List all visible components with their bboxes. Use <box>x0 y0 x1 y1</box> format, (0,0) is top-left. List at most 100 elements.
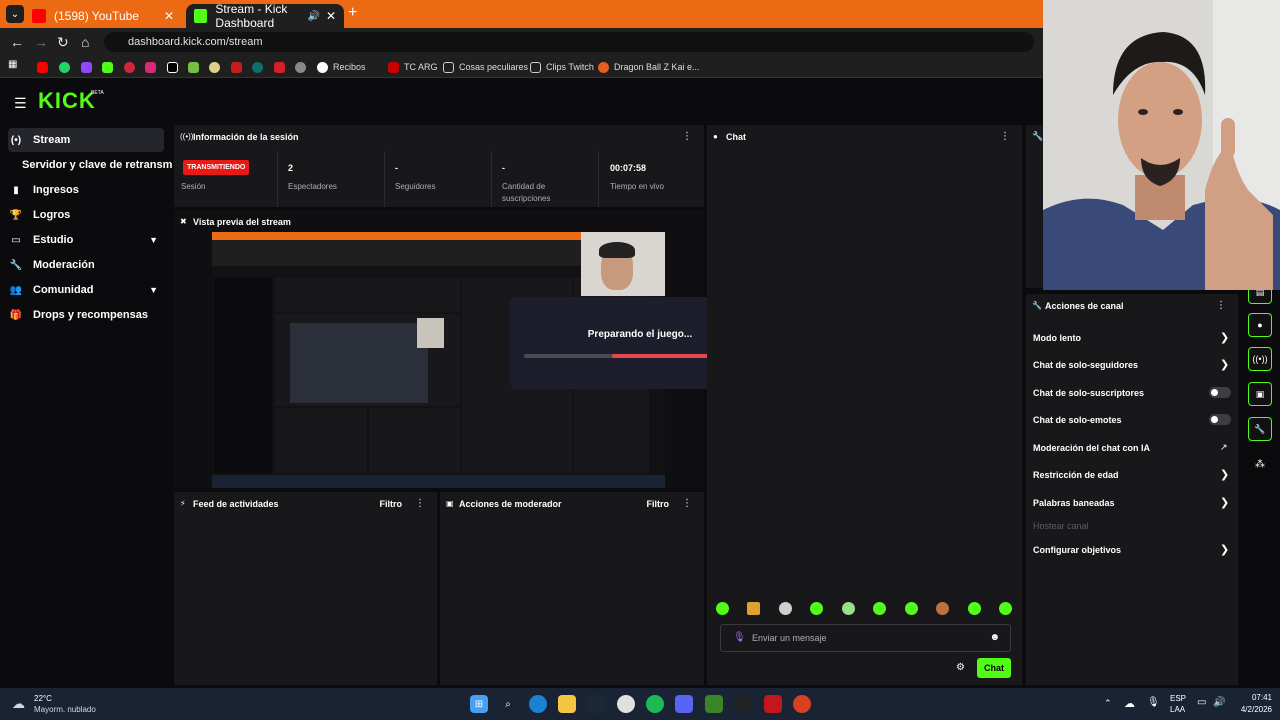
bookmark-icon-globe[interactable] <box>295 60 311 74</box>
weather-desc[interactable]: Mayorm. nublado <box>34 705 96 714</box>
bookmark-icon-green[interactable] <box>188 60 204 74</box>
home-icon[interactable]: ⌂ <box>81 34 89 50</box>
windows-start-icon[interactable]: ⊞ <box>470 695 488 713</box>
bookmark-icon-youtube[interactable] <box>37 60 53 74</box>
weather-temp[interactable]: 22°C <box>34 694 52 703</box>
bookmark-icon-kick[interactable] <box>102 60 118 74</box>
search-icon[interactable]: ⌕ <box>499 695 517 713</box>
action-followers-only[interactable]: Chat de solo-seguidores <box>1033 360 1138 370</box>
sidebar-item-logros[interactable]: 🏆 Logros <box>8 203 164 227</box>
emote-icon[interactable] <box>716 602 729 615</box>
bookmark-icon-twitch[interactable] <box>81 60 97 74</box>
bookmark-icon-teal[interactable] <box>252 60 268 74</box>
chevron-right-icon[interactable]: ❯ <box>1220 543 1229 556</box>
filter-button[interactable]: Filtro <box>647 499 670 509</box>
discord-icon[interactable] <box>675 695 693 713</box>
bookmark-tc-arg[interactable]: TC ARG <box>388 60 438 74</box>
forward-icon[interactable]: → <box>34 34 48 50</box>
bookmark-icon-x[interactable] <box>167 60 183 74</box>
volume-icon[interactable]: 🔊 <box>1213 697 1225 708</box>
chevron-right-icon[interactable]: ❯ <box>1220 468 1229 481</box>
bookmark-dragon-ball[interactable]: Dragon Ball Z Kai e... <box>598 60 700 74</box>
tab-search-button[interactable]: ⌄ <box>6 5 24 23</box>
emote-icon[interactable] <box>998 602 1012 615</box>
bookmark-cosas-peculiares[interactable]: Cosas peculiares <box>443 60 528 74</box>
emoji-icon[interactable]: ☻ <box>989 632 1000 643</box>
sidebar-item-comunidad[interactable]: 👥 Comunidad ▼ <box>8 278 164 302</box>
microphone-icon[interactable]: 🎙 <box>733 632 746 643</box>
clock-date[interactable]: 4/2/2026 <box>1226 705 1272 714</box>
bookmark-icon-red[interactable] <box>124 60 140 74</box>
hamburger-menu-icon[interactable]: ☰ <box>14 95 27 112</box>
steam-icon[interactable] <box>587 695 605 713</box>
onedrive-icon[interactable]: ☁ <box>1124 697 1135 710</box>
bookmark-icon-car[interactable] <box>231 60 247 74</box>
microphone-tray-icon[interactable]: 🎙 <box>1147 697 1160 708</box>
sidebar-item-server-key[interactable]: Servidor y clave de retransmisi <box>22 153 172 177</box>
emote-icon[interactable] <box>810 602 824 615</box>
speaker-icon[interactable]: 🔊 <box>308 11 320 22</box>
more-options-icon[interactable]: ⋮ <box>415 498 425 509</box>
more-options-icon[interactable]: ⋮ <box>1216 300 1226 311</box>
tab-youtube[interactable]: (1598) YouTube ✕ <box>24 4 182 28</box>
bookmark-icon-flag[interactable] <box>274 60 290 74</box>
chat-settings-gear-icon[interactable]: ⚙ <box>956 662 965 673</box>
action-age-restriction[interactable]: Restricción de edad <box>1033 470 1119 480</box>
emote-icon[interactable] <box>904 602 918 615</box>
file-explorer-icon[interactable] <box>558 695 576 713</box>
sidebar-item-drops[interactable]: 🎁 Drops y recompensas <box>8 303 164 327</box>
rail-tv-icon[interactable]: ▣ <box>1248 382 1272 406</box>
action-banned-words[interactable]: Palabras baneadas <box>1033 498 1115 508</box>
close-tab-icon[interactable]: ✕ <box>326 9 336 23</box>
subscribers-only-toggle[interactable] <box>1209 387 1231 398</box>
minecraft-icon[interactable] <box>705 695 723 713</box>
emote-icon[interactable] <box>967 602 981 615</box>
chevron-right-icon[interactable]: ❯ <box>1220 496 1229 509</box>
bookmark-icon-whatsapp[interactable] <box>59 60 75 74</box>
more-options-icon[interactable]: ⋮ <box>682 131 692 142</box>
more-options-icon[interactable]: ⋮ <box>1000 131 1010 142</box>
filter-button[interactable]: Filtro <box>380 499 403 509</box>
obs-icon[interactable] <box>734 695 752 713</box>
reload-icon[interactable]: ↻ <box>57 34 69 51</box>
chevron-right-icon[interactable]: ❯ <box>1220 358 1229 371</box>
emote-icon[interactable] <box>778 602 792 615</box>
kick-logo[interactable]: KICK <box>38 88 96 114</box>
bookmark-clips-twitch[interactable]: Clips Twitch <box>530 60 594 74</box>
sidebar-item-moderacion[interactable]: 🔧 Moderación <box>8 253 164 277</box>
bookmark-icon-instagram[interactable] <box>145 60 161 74</box>
clock-time[interactable]: 07:41 <box>1236 693 1272 702</box>
spotify-icon[interactable] <box>646 695 664 713</box>
emote-icon[interactable] <box>873 602 887 615</box>
url-field[interactable]: dashboard.kick.com/stream <box>104 32 1034 52</box>
rail-users-icon[interactable]: ⁂ <box>1255 459 1265 470</box>
edge-icon[interactable] <box>529 695 547 713</box>
input-language[interactable]: ESP <box>1170 694 1186 703</box>
rail-broadcast-icon[interactable]: ((•)) <box>1248 347 1272 371</box>
bookmark-recibos[interactable]: Recibos <box>317 60 366 74</box>
sidebar-item-estudio[interactable]: ▭ Estudio ▼ <box>8 228 164 252</box>
voicemeeter-icon[interactable] <box>764 695 782 713</box>
chevron-right-icon[interactable]: ❯ <box>1220 331 1229 344</box>
sidebar-item-stream[interactable]: (•) Stream <box>8 128 164 152</box>
weather-cloud-icon[interactable]: ☁ <box>12 696 25 712</box>
bookmark-icon-yellow[interactable] <box>209 60 225 74</box>
back-icon[interactable]: ← <box>10 34 24 50</box>
emote-icon[interactable] <box>841 602 855 615</box>
input-language-variant[interactable]: LAA <box>1170 705 1185 714</box>
app-icon[interactable] <box>793 695 811 713</box>
emote-icon[interactable] <box>747 602 761 615</box>
emotes-only-toggle[interactable] <box>1209 414 1231 425</box>
tray-chevron-up-icon[interactable]: ⌃ <box>1104 698 1112 709</box>
chrome-icon[interactable] <box>617 695 635 713</box>
apps-icon[interactable]: ▦ <box>8 59 17 70</box>
emote-icon[interactable] <box>936 602 950 615</box>
close-tab-icon[interactable]: ✕ <box>164 9 174 23</box>
action-ai-moderation[interactable]: Moderación del chat con IA <box>1033 443 1150 453</box>
action-set-goals[interactable]: Configurar objetivos <box>1033 545 1121 555</box>
tab-kick-dashboard[interactable]: Stream - Kick Dashboard 🔊 ✕ <box>186 2 344 30</box>
more-options-icon[interactable]: ⋮ <box>682 498 692 509</box>
sidebar-item-ingresos[interactable]: ▮ Ingresos <box>8 178 164 202</box>
rail-chat-icon[interactable]: ● <box>1248 313 1272 337</box>
chat-send-button[interactable]: Chat <box>977 658 1011 678</box>
